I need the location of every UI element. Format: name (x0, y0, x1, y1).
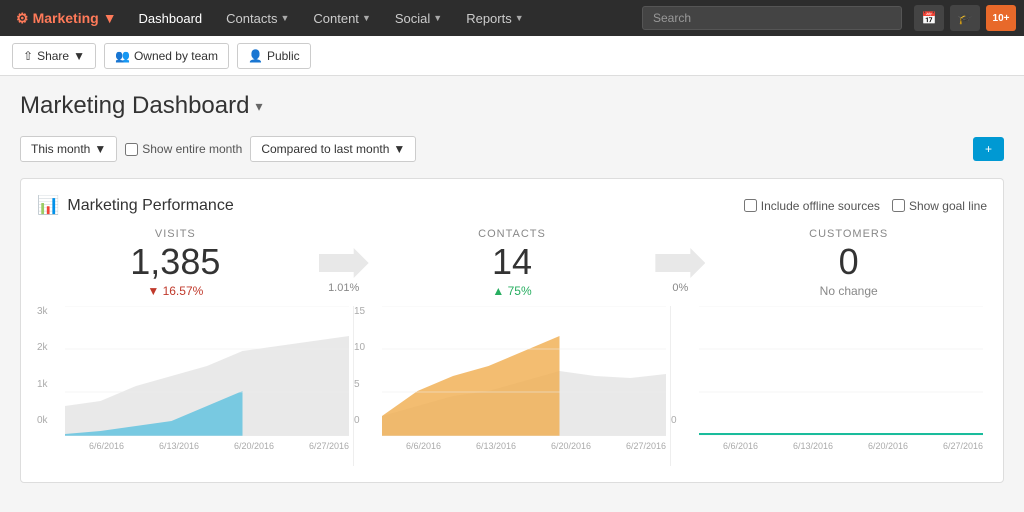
visits-y-labels: 3k 2k 1k 0k (37, 306, 63, 426)
customers-label: CUSTOMERS (809, 228, 888, 240)
customers-change: No change (820, 284, 878, 298)
customers-svg (699, 306, 983, 436)
page-title: Marketing Dashboard (20, 92, 249, 120)
notification-count: 10+ (993, 13, 1010, 24)
public-icon: 👤 (248, 49, 263, 63)
arrow-label-2: 0% (672, 282, 688, 294)
nav-icons-group: 📅 🎓 10+ (914, 5, 1016, 31)
nav-content[interactable]: Content ▼ (303, 5, 380, 32)
this-month-caret: ▼ (94, 142, 106, 156)
share-caret: ▼ (73, 49, 85, 63)
include-offline-checkbox[interactable] (744, 199, 757, 212)
arrow-shape-1 (319, 248, 369, 278)
nav-dashboard[interactable]: Dashboard (129, 5, 213, 32)
top-navigation: ⚙ Marketing ▼ Dashboard Contacts ▼ Conte… (0, 0, 1024, 36)
contacts-value: 14 (492, 244, 532, 280)
visits-label: VISITS (155, 228, 196, 240)
add-icon: + (985, 142, 992, 156)
customers-x-labels: 6/6/2016 6/13/2016 6/20/2016 6/27/2016 (699, 439, 983, 451)
hubspot-icon: ⚙ (16, 10, 29, 27)
bar-chart-icon: 📊 (37, 195, 59, 216)
nav-social[interactable]: Social ▼ (385, 5, 452, 32)
this-month-label: This month (31, 142, 90, 156)
search-input[interactable] (642, 6, 902, 30)
customers-value: 0 (839, 244, 859, 280)
show-goal-line-label[interactable]: Show goal line (892, 199, 987, 213)
brand-caret: ▼ (103, 10, 117, 26)
show-entire-month-checkbox-label[interactable]: Show entire month (125, 142, 242, 156)
filters-row: This month ▼ Show entire month Compared … (20, 136, 1004, 162)
brand-label: Marketing (33, 10, 99, 26)
show-entire-month-checkbox[interactable] (125, 143, 138, 156)
visits-metric: VISITS 1,385 ▼ 16.57% (37, 228, 314, 298)
arrow-label-1: 1.01% (328, 282, 359, 294)
contacts-svg (382, 306, 666, 436)
show-goal-line-checkbox[interactable] (892, 199, 905, 212)
share-icon: ⇧ (23, 49, 33, 63)
calendar-icon: 📅 (922, 11, 937, 25)
customers-metric: CUSTOMERS 0 No change (710, 228, 987, 298)
compared-to-filter[interactable]: Compared to last month ▼ (250, 136, 416, 162)
marketing-performance-card: 📊 Marketing Performance Include offline … (20, 178, 1004, 483)
visits-chart: 3k 2k 1k 0k 6/6/2016 (37, 306, 354, 466)
sub-navigation: ⇧ Share ▼ 👥 Owned by team 👤 Public (0, 36, 1024, 76)
notifications-icon-button[interactable]: 10+ (986, 5, 1016, 31)
compared-to-label: Compared to last month (261, 142, 389, 156)
contacts-label: CONTACTS (478, 228, 546, 240)
academy-icon: 🎓 (958, 11, 973, 25)
visits-change: ▼ 16.57% (147, 284, 203, 298)
reports-caret: ▼ (515, 13, 524, 23)
arrow-shape-2 (655, 248, 705, 278)
academy-icon-button[interactable]: 🎓 (950, 5, 980, 31)
content-caret: ▼ (362, 13, 371, 23)
page-content: Marketing Dashboard ▾ This month ▼ Show … (0, 76, 1024, 499)
contacts-caret: ▼ (280, 13, 289, 23)
this-month-filter[interactable]: This month ▼ (20, 136, 117, 162)
include-offline-label[interactable]: Include offline sources (744, 199, 880, 213)
social-caret: ▼ (433, 13, 442, 23)
visits-value: 1,385 (130, 244, 220, 280)
metrics-row: VISITS 1,385 ▼ 16.57% 1.01% CONTACTS 14 … (37, 228, 987, 298)
visits-x-labels: 6/6/2016 6/13/2016 6/20/2016 6/27/2016 (65, 439, 349, 451)
charts-row: 3k 2k 1k 0k 6/6/2016 (37, 306, 987, 466)
card-title: Marketing Performance (67, 197, 233, 215)
contacts-y-labels: 15 10 5 0 (354, 306, 380, 426)
contacts-metric: CONTACTS 14 ▲ 75% (374, 228, 651, 298)
customers-y-labels: 0 (671, 306, 697, 426)
card-header: 📊 Marketing Performance Include offline … (37, 195, 987, 216)
contacts-change: ▲ 75% (492, 284, 531, 298)
contacts-customers-arrow: 0% (650, 228, 710, 294)
nav-reports[interactable]: Reports ▼ (456, 5, 533, 32)
nav-contacts[interactable]: Contacts ▼ (216, 5, 299, 32)
compared-caret: ▼ (393, 142, 405, 156)
page-title-dropdown-button[interactable]: ▾ (255, 98, 262, 115)
marketing-brand[interactable]: ⚙ Marketing ▼ (8, 10, 125, 27)
calendar-icon-button[interactable]: 📅 (914, 5, 944, 31)
card-options: Include offline sources Show goal line (744, 199, 987, 213)
contacts-chart: 15 10 5 0 6/6/2016 (354, 306, 671, 466)
visits-svg (65, 306, 349, 436)
search-container (642, 6, 902, 30)
team-icon: 👥 (115, 49, 130, 63)
contacts-x-labels: 6/6/2016 6/13/2016 6/20/2016 6/27/2016 (382, 439, 666, 451)
owned-by-team-button[interactable]: 👥 Owned by team (104, 43, 229, 69)
show-entire-month-label: Show entire month (142, 142, 242, 156)
public-button[interactable]: 👤 Public (237, 43, 311, 69)
customers-chart: 0 6/6/2016 6/13/2016 6/20/2016 6/27/2016 (671, 306, 987, 466)
add-widget-button[interactable]: + (973, 137, 1004, 161)
visits-contacts-arrow: 1.01% (314, 228, 374, 294)
page-title-row: Marketing Dashboard ▾ (20, 92, 1004, 120)
card-title-row: 📊 Marketing Performance (37, 195, 234, 216)
share-button[interactable]: ⇧ Share ▼ (12, 43, 96, 69)
